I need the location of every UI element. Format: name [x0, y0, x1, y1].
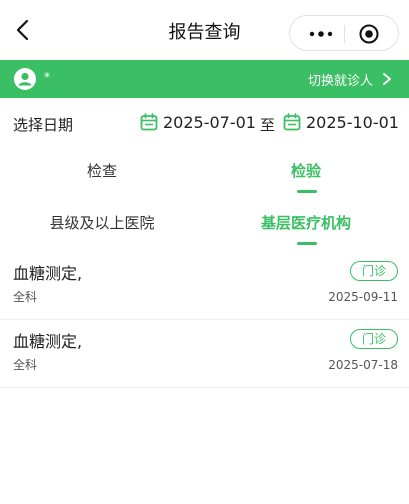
- report-department: 全科: [13, 290, 38, 304]
- report-list: 血糖测定, 全科 门诊 2025-09-11 血糖测定, 全科 门诊 2025-…: [0, 252, 409, 388]
- start-date-value: 2025-07-01: [163, 112, 256, 132]
- visit-type-badge: 门诊: [350, 261, 398, 281]
- date-filter-label: 选择日期: [13, 116, 74, 134]
- user-icon: [18, 72, 32, 86]
- mini-program-capsule: [289, 15, 399, 51]
- target-icon[interactable]: [358, 23, 380, 45]
- patient-bar: * 切换就诊人: [0, 60, 409, 98]
- active-tab-indicator: [297, 242, 317, 245]
- avatar: [14, 68, 36, 90]
- report-title: 血糖测定,: [13, 332, 83, 351]
- chevron-right-icon[interactable]: [381, 72, 393, 86]
- patient-name: *: [44, 70, 50, 84]
- tab-primary-care[interactable]: 基层医疗机构: [204, 204, 408, 250]
- tab-label: 检验: [290, 162, 321, 180]
- tab-label: 检查: [86, 162, 117, 180]
- calendar-icon: [283, 113, 301, 131]
- list-item[interactable]: 血糖测定, 全科 门诊 2025-07-18: [0, 320, 409, 388]
- date-filter: 选择日期 2025-07-01 至 2025-10-01: [0, 98, 409, 150]
- report-title: 血糖测定,: [13, 264, 83, 283]
- active-tab-indicator: [297, 190, 317, 193]
- visit-type-badge: 门诊: [350, 329, 398, 349]
- tab-label: 县级及以上医院: [49, 214, 155, 232]
- more-dots-icon[interactable]: [304, 25, 338, 43]
- nav-bar: 报告查询: [0, 0, 409, 60]
- report-type-tabs: 检查 检验: [0, 152, 409, 198]
- tab-lab-test[interactable]: 检验: [204, 152, 408, 198]
- start-date-picker[interactable]: 2025-07-01: [140, 110, 256, 134]
- tab-county-hospital[interactable]: 县级及以上医院: [0, 204, 204, 250]
- tab-label: 基层医疗机构: [260, 214, 351, 232]
- end-date-picker[interactable]: 2025-10-01: [283, 110, 399, 134]
- calendar-icon: [140, 113, 158, 131]
- report-department: 全科: [13, 358, 38, 372]
- institution-tabs: 县级及以上医院 基层医疗机构: [0, 204, 409, 250]
- tab-examination[interactable]: 检查: [0, 152, 204, 198]
- switch-patient-button[interactable]: 切换就诊人: [308, 70, 373, 89]
- report-date: 2025-09-11: [328, 290, 398, 304]
- list-item[interactable]: 血糖测定, 全科 门诊 2025-09-11: [0, 252, 409, 320]
- capsule-divider: [344, 25, 345, 43]
- report-date: 2025-07-18: [328, 358, 398, 372]
- date-separator: 至: [260, 116, 276, 134]
- end-date-value: 2025-10-01: [306, 112, 399, 132]
